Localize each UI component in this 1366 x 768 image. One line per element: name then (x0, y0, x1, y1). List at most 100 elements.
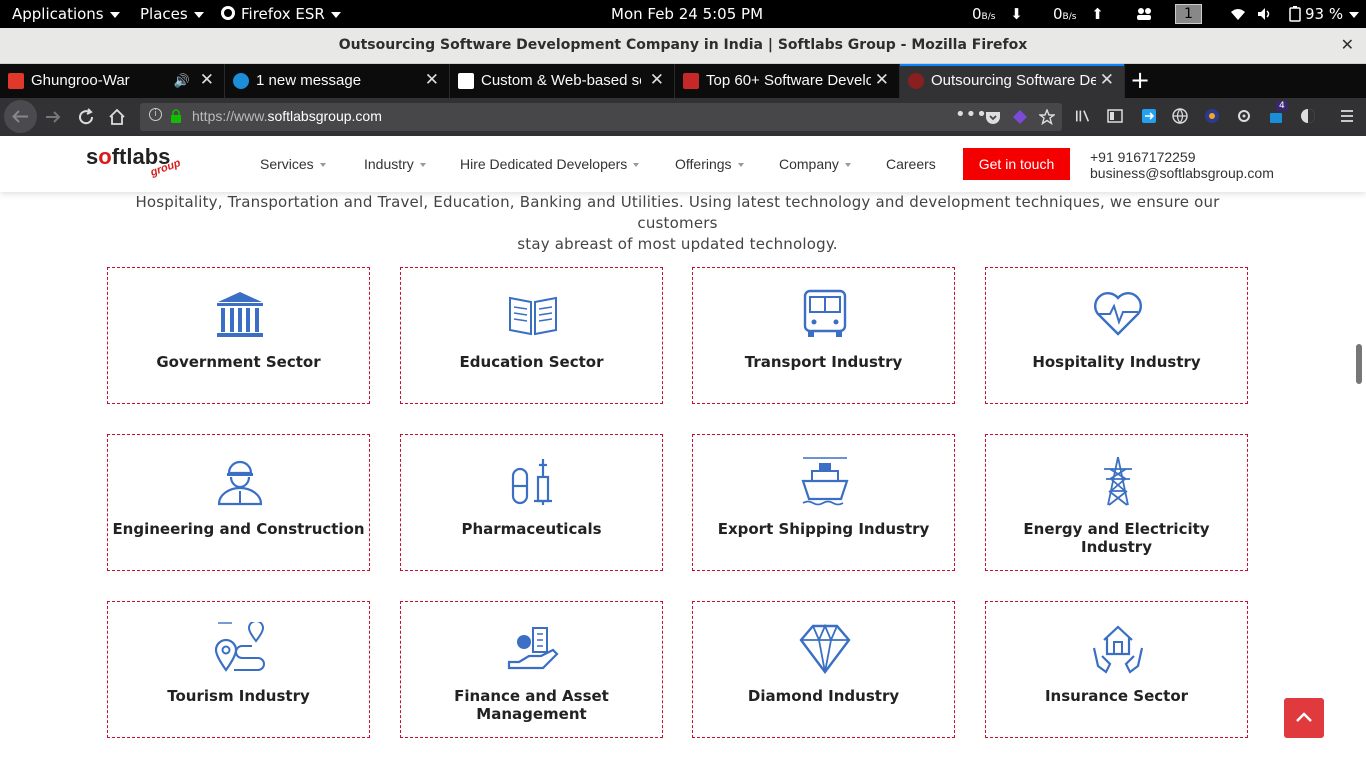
workspace-indicator[interactable]: 1 (1175, 4, 1202, 24)
government-building-icon (217, 292, 263, 337)
sidebar-icon[interactable] (1107, 108, 1123, 124)
site-header: softlabs group Services Industry Hire De… (0, 136, 1366, 192)
url-text[interactable]: https://www.softlabsgroup.com (192, 108, 382, 124)
extension-icon[interactable] (1012, 109, 1028, 125)
lock-icon (171, 109, 181, 123)
reload-button[interactable] (77, 108, 95, 126)
scroll-to-top-button[interactable] (1284, 698, 1324, 738)
applications-menu[interactable]: Applications (12, 0, 120, 28)
get-in-touch-button[interactable]: Get in touch (963, 148, 1070, 180)
url-prefix: https://www. (192, 108, 268, 124)
google-icon (458, 73, 474, 89)
tab-ghungroo[interactable]: Ghungroo-War 🔊 ✕ (0, 64, 225, 98)
tab-label: 1 new message (256, 72, 362, 89)
people-icon[interactable] (1135, 0, 1153, 28)
menu-services[interactable]: Services (260, 156, 326, 172)
industry-card-diamond[interactable]: Diamond Industry (692, 601, 955, 738)
tab-outsourcing[interactable]: Outsourcing Software De ✕ (900, 64, 1125, 98)
speaker-icon[interactable]: 🔊 (174, 73, 190, 89)
tab-top-60[interactable]: Top 60+ Software Develo ✕ (675, 64, 900, 98)
close-tab-icon[interactable]: ✕ (875, 70, 889, 90)
industry-card-pharmaceuticals[interactable]: Pharmaceuticals (400, 434, 663, 571)
notification-badge: 4 (1276, 101, 1288, 111)
arrow-left-icon (12, 110, 28, 123)
industry-card-engineering[interactable]: Engineering and Construction (107, 434, 370, 571)
clock[interactable]: Mon Feb 24 5:05 PM (611, 0, 763, 28)
menu-careers[interactable]: Careers (886, 156, 936, 172)
window-title: Outsourcing Software Development Company… (338, 37, 1028, 53)
star-icon (683, 73, 699, 89)
download-value: 0 (972, 5, 982, 23)
house-hands-icon (1092, 625, 1144, 674)
diamond-icon (799, 623, 851, 674)
places-label: Places (140, 5, 188, 23)
industry-card-education[interactable]: Education Sector (400, 267, 663, 404)
places-menu[interactable]: Places (140, 0, 204, 28)
industry-card-hospitality[interactable]: Hospitality Industry (985, 267, 1248, 404)
wifi-icon[interactable] (1230, 0, 1246, 28)
email-address[interactable]: business@softlabsgroup.com (1090, 165, 1274, 181)
firefox-app-menu[interactable]: Firefox ESR (220, 0, 341, 28)
hamburger-menu-icon[interactable] (1339, 108, 1355, 124)
industry-card-finance[interactable]: Finance and Asset Management (400, 601, 663, 738)
gear-extension-icon[interactable] (1236, 108, 1252, 124)
close-window-button[interactable]: ✕ (1341, 35, 1354, 54)
page-actions-button[interactable]: ••• (955, 104, 987, 125)
arrow-up-icon: ⬆ (1091, 5, 1104, 23)
upload-value: 0 (1053, 5, 1063, 23)
map-pin-route-icon (214, 622, 265, 672)
screenshot-extension-icon[interactable] (1141, 108, 1157, 124)
caret-down-icon (419, 163, 426, 168)
new-tab-button[interactable]: + (1130, 66, 1150, 94)
volume-icon[interactable] (1257, 0, 1273, 28)
menu-offerings[interactable]: Offerings (675, 156, 744, 172)
page-scrollbar[interactable] (1356, 344, 1362, 384)
tab-strip: Ghungroo-War 🔊 ✕ 1 new message ✕ Custom … (0, 64, 1366, 98)
intro-line: stay abreast of most updated technology. (517, 235, 838, 253)
menu-hire-developers[interactable]: Hire Dedicated Developers (460, 156, 640, 172)
industry-card-government[interactable]: Government Sector (107, 267, 370, 404)
softlabs-icon (908, 73, 924, 89)
phone-number[interactable]: +91 9167172259 (1090, 149, 1274, 165)
close-tab-icon[interactable]: ✕ (1100, 70, 1114, 90)
close-tab-icon[interactable]: ✕ (200, 70, 214, 90)
tab-label: Outsourcing Software De (931, 72, 1096, 89)
tab-custom-web[interactable]: Custom & Web-based so ✕ (450, 64, 675, 98)
softlabs-logo[interactable]: softlabs group (86, 144, 182, 179)
bus-icon (803, 289, 847, 337)
open-book-icon (509, 296, 557, 336)
industry-card-shipping[interactable]: Export Shipping Industry (692, 434, 955, 571)
menu-industry[interactable]: Industry (364, 156, 426, 172)
menu-label: Company (779, 156, 839, 172)
menu-company[interactable]: Company (779, 156, 851, 172)
tab-new-message[interactable]: 1 new message ✕ (225, 64, 450, 98)
forward-button[interactable] (44, 108, 62, 126)
bookmark-star-icon[interactable] (1039, 109, 1055, 125)
dark-mode-extension-icon[interactable] (1300, 108, 1316, 124)
close-tab-icon[interactable]: ✕ (425, 70, 439, 90)
url-bar[interactable]: i https://www.softlabsgroup.com ••• (140, 103, 1062, 131)
translate-extension-icon[interactable] (1204, 108, 1220, 124)
library-icon[interactable] (1075, 108, 1091, 124)
money-hand-icon (507, 627, 559, 670)
info-icon[interactable]: i (149, 108, 162, 121)
chevron-down-icon (330, 11, 341, 18)
upload-speed: 0B/s ⬆ (1053, 0, 1104, 28)
home-button[interactable] (108, 108, 126, 126)
industry-card-transport[interactable]: Transport Industry (692, 267, 955, 404)
battery-icon (1289, 6, 1301, 22)
industry-card-insurance[interactable]: Insurance Sector (985, 601, 1248, 738)
industry-name: Transport Industry (744, 353, 903, 371)
battery-indicator[interactable]: 93 % (1289, 0, 1360, 28)
industry-card-energy[interactable]: Energy and Electricity Industry (985, 434, 1248, 571)
industry-card-tourism[interactable]: Tourism Industry (107, 601, 370, 738)
menu-label: Hire Dedicated Developers (460, 156, 628, 172)
tab-label: Ghungroo-War (31, 72, 130, 89)
intro-line: Hospitality, Transportation and Travel, … (135, 193, 1220, 232)
notifications-extension[interactable]: 4 (1268, 101, 1288, 124)
upload-unit: B/s (1062, 12, 1077, 22)
close-tab-icon[interactable]: ✕ (650, 70, 664, 90)
pocket-icon[interactable] (985, 109, 1001, 125)
globe-extension-icon[interactable] (1172, 108, 1188, 124)
back-button[interactable] (4, 100, 37, 133)
